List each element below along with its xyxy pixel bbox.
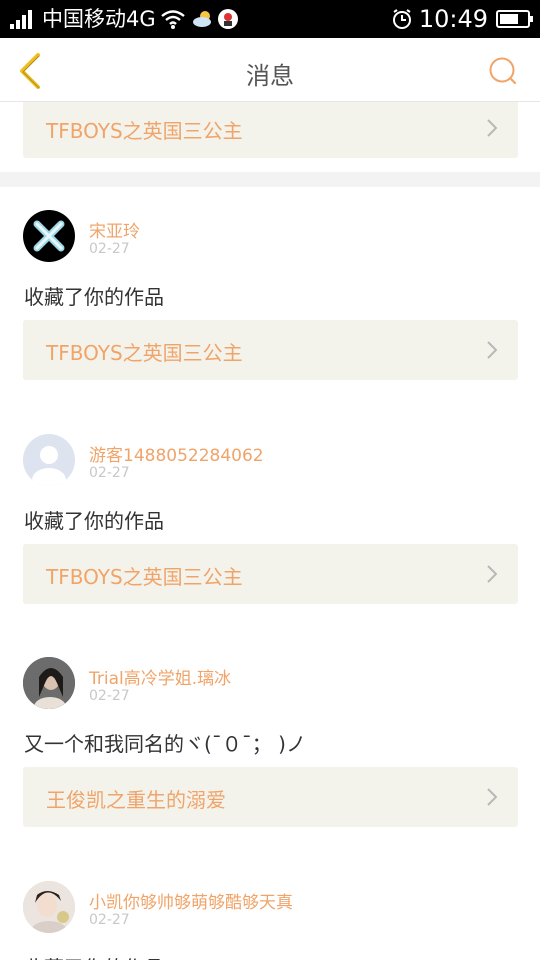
message-card: 宋亚玲 02-27 收藏了你的作品 TFBOYS之英国三公主 [0, 187, 540, 411]
work-link[interactable]: TFBOYS之英国三公主 [23, 320, 518, 380]
message-card: TFBOYS之英国三公主 [0, 102, 540, 172]
user-name[interactable]: 小凯你够帅够萌够酷够天真 [89, 888, 293, 913]
message-text: 收藏了你的作品 [24, 285, 164, 309]
message-date: 02-27 [89, 241, 130, 257]
avatar[interactable] [23, 881, 75, 933]
status-bar: 中国移动4G 10:49 [0, 0, 540, 38]
message-card: 游客1488052284062 02-27 收藏了你的作品 TFBOYS之英国三… [0, 411, 540, 635]
message-text: 收藏了你的作品 [24, 509, 164, 533]
page-title: 消息 [246, 62, 294, 90]
work-title: TFBOYS之英国三公主 [46, 565, 243, 589]
work-title: TFBOYS之英国三公主 [46, 341, 243, 365]
message-card: Trial高冷学姐.璃冰 02-27 又一个和我同名的ヾ(ˉ０ˉ； )ノ 王俊凯… [0, 634, 540, 858]
search-icon[interactable] [488, 56, 518, 86]
status-time: 10:49 [418, 5, 488, 33]
app-notification-icon [217, 9, 238, 29]
user-name[interactable]: 宋亚玲 [89, 217, 140, 242]
chevron-right-icon [487, 788, 498, 806]
message-date: 02-27 [89, 912, 130, 928]
battery-icon [496, 10, 533, 28]
carrier-label: 中国移动4G [42, 7, 156, 31]
chevron-right-icon [487, 119, 498, 137]
work-title: TFBOYS之英国三公主 [46, 119, 243, 143]
signal-icon [10, 9, 34, 29]
app-header: 消息 [0, 38, 540, 102]
message-date: 02-27 [89, 465, 130, 481]
work-link[interactable]: 王俊凯之重生的溺爱 [23, 767, 518, 827]
avatar[interactable] [23, 210, 75, 262]
chevron-right-icon [487, 565, 498, 583]
message-feed[interactable]: TFBOYS之英国三公主 宋亚玲 02-27 收藏了你的作品 TFBOYS之英国… [0, 102, 540, 960]
weather-icon [192, 11, 211, 27]
work-link[interactable]: TFBOYS之英国三公主 [23, 102, 518, 158]
user-name[interactable]: 游客1488052284062 [89, 441, 264, 466]
avatar[interactable] [23, 657, 75, 709]
message-text: 收藏了你的作品 [24, 952, 164, 960]
avatar[interactable] [23, 434, 75, 486]
wifi-icon [160, 10, 185, 29]
user-name[interactable]: Trial高冷学姐.璃冰 [89, 664, 231, 689]
message-date: 02-27 [89, 688, 130, 704]
message-text: 又一个和我同名的ヾ(ˉ０ˉ； )ノ [24, 732, 306, 756]
message-card: 小凯你够帅够萌够酷够天真 02-27 收藏了你的作品 [0, 858, 540, 960]
alarm-icon [392, 9, 411, 29]
chevron-right-icon [487, 341, 498, 359]
work-title: 王俊凯之重生的溺爱 [46, 788, 226, 812]
work-link[interactable]: TFBOYS之英国三公主 [23, 544, 518, 604]
